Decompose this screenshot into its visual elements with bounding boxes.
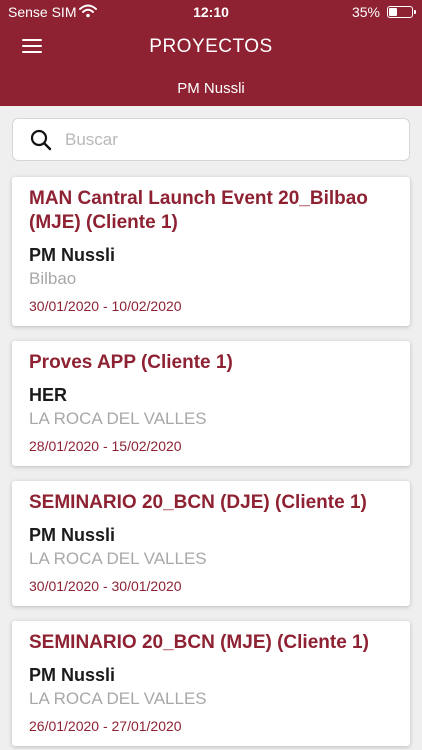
project-manager: HER — [29, 385, 68, 405]
project-dates: 30/01/2020 - 10/02/2020 — [29, 298, 182, 314]
project-card[interactable]: SEMINARIO 20_BCN (DJE) (Cliente 1) PM Nu… — [12, 481, 410, 606]
project-location: LA ROCA DEL VALLES — [29, 549, 207, 568]
project-dates: 28/01/2020 - 15/02/2020 — [29, 438, 182, 454]
project-card[interactable]: MAN Cantral Launch Event 20_Bilbao (MJE)… — [12, 177, 410, 326]
search-bar[interactable] — [12, 118, 410, 161]
battery-icon — [387, 6, 413, 18]
project-card[interactable]: Proves APP (Cliente 1) HER LA ROCA DEL V… — [12, 341, 410, 466]
project-title: SEMINARIO 20_BCN (DJE) (Cliente 1) — [29, 492, 367, 513]
project-manager: PM Nussli — [29, 245, 116, 265]
project-title: MAN Cantral Launch Event 20_Bilbao (MJE)… — [29, 188, 368, 233]
project-title: SEMINARIO 20_BCN (MJE) (Cliente 1) — [29, 632, 369, 653]
project-location: LA ROCA DEL VALLES — [29, 409, 207, 428]
status-bar: Sense SIM 12:10 35% — [0, 0, 422, 24]
search-icon — [30, 129, 52, 151]
project-location: Bilbao — [29, 269, 77, 288]
project-dates: 30/01/2020 - 30/01/2020 — [29, 578, 182, 594]
search-input[interactable] — [65, 119, 395, 160]
project-manager: PM Nussli — [29, 665, 116, 685]
page-title: PROYECTOS — [149, 36, 273, 57]
project-dates: 26/01/2020 - 27/01/2020 — [29, 718, 182, 734]
project-card[interactable]: SEMINARIO 20_BCN (MJE) (Cliente 1) PM Nu… — [12, 621, 410, 746]
project-manager: PM Nussli — [29, 525, 116, 545]
project-title: Proves APP (Cliente 1) — [29, 352, 233, 373]
battery-tip — [414, 10, 416, 14]
battery-percent: 35% — [351, 4, 380, 20]
app-header: Sense SIM 12:10 35% PROYECTOS PM Nussli — [0, 0, 422, 106]
page-subtitle: PM Nussli — [177, 80, 245, 97]
project-location: LA ROCA DEL VALLES — [29, 689, 207, 708]
